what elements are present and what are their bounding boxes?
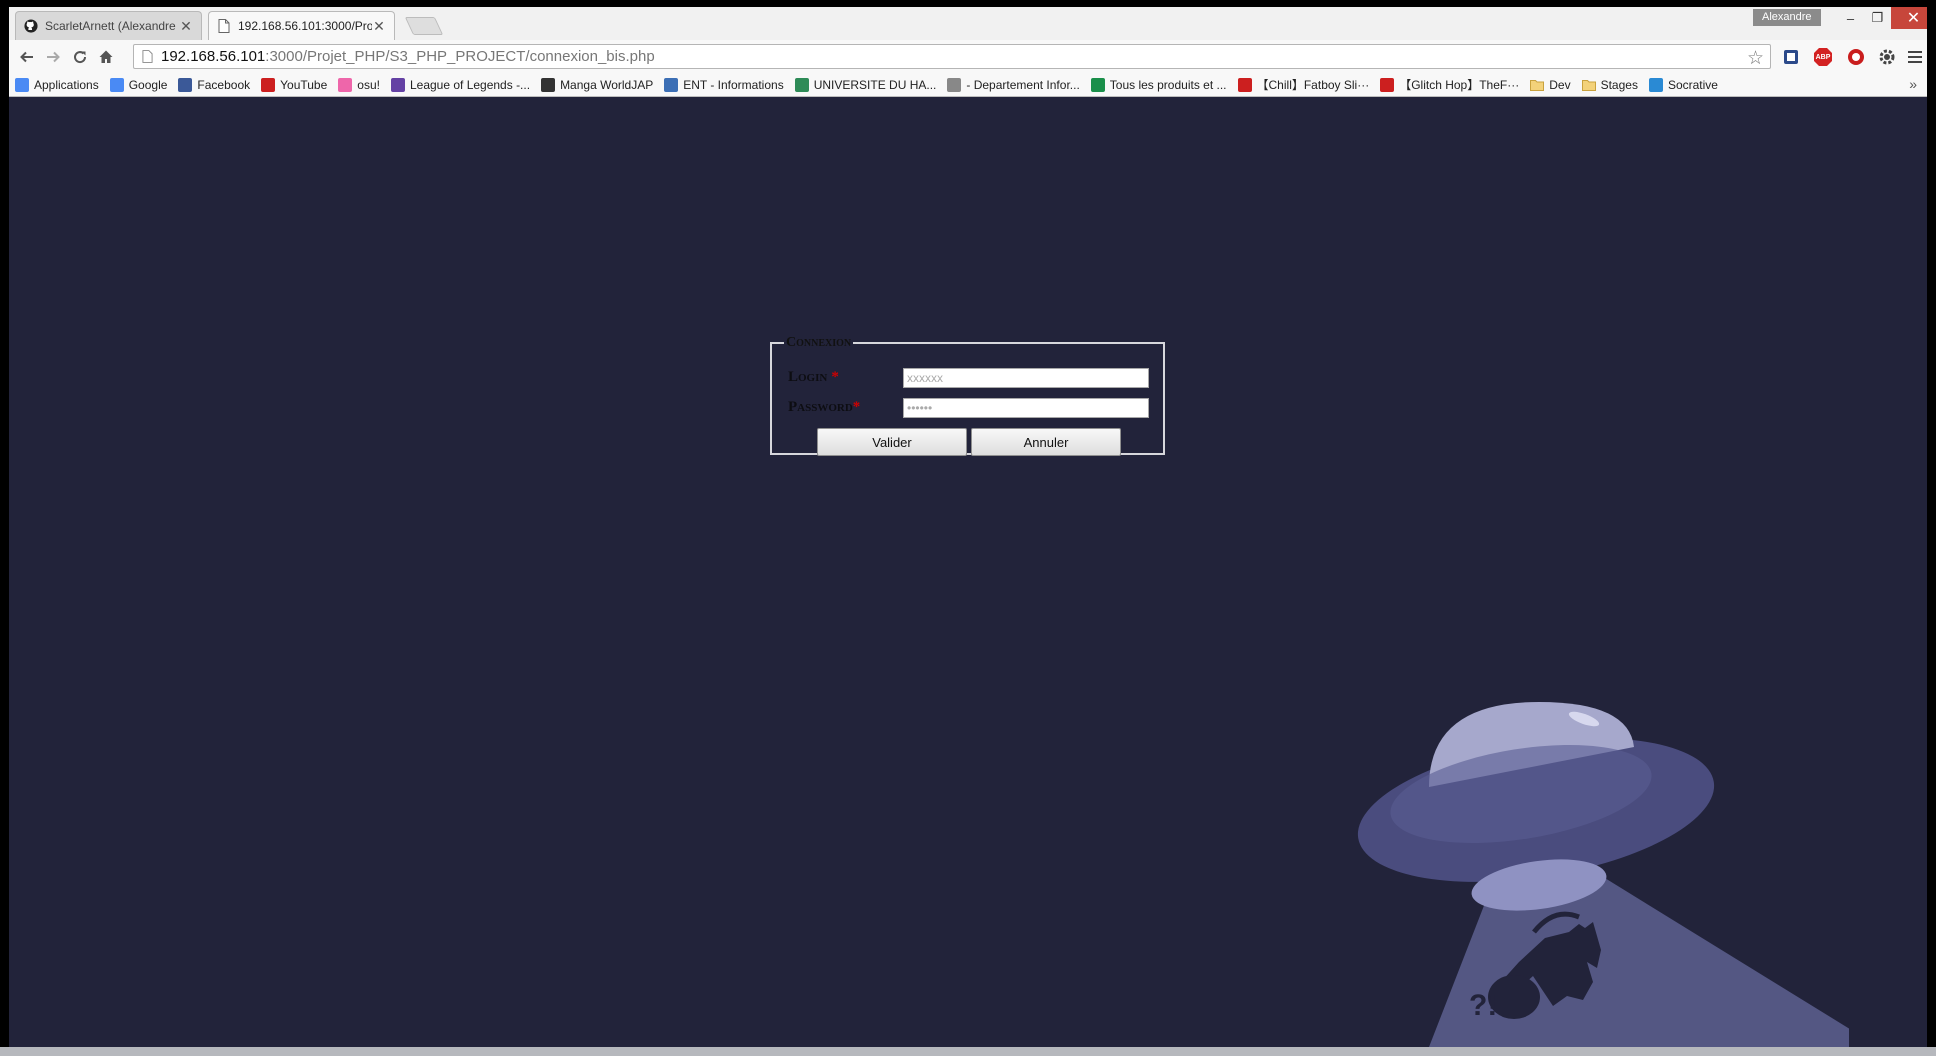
bookmark-label: Socrative <box>1667 77 1718 92</box>
bookmark-label: Facebook <box>197 77 251 92</box>
socrative-icon <box>1648 77 1663 92</box>
folder-icon <box>1530 78 1545 92</box>
close-tab-icon[interactable]: ✕ <box>372 18 386 35</box>
bookmark-item[interactable]: UNIVERSITE DU HA... <box>794 77 937 92</box>
password-label: Password* <box>788 399 861 415</box>
more-bookmarks-icon[interactable]: » <box>1909 76 1917 92</box>
surprise-marks: ?! <box>1469 989 1497 1022</box>
bookmark-label: Google <box>128 77 168 92</box>
bookmark-label: 【Glitch Hop】TheF··· <box>1399 78 1520 92</box>
bookmark-item[interactable]: Facebook <box>178 77 251 92</box>
forward-icon[interactable] <box>42 46 64 68</box>
bookmark-label: League of Legends -... <box>409 77 531 92</box>
bookmarks-bar: Applications Google Facebook YouTube osu! Lea… <box>9 73 1927 97</box>
submit-button[interactable]: Valider <box>817 428 967 456</box>
bookmark-item[interactable]: Stages <box>1581 77 1638 92</box>
shop-icon <box>1090 77 1105 92</box>
youtube-icon <box>261 77 276 92</box>
reload-icon[interactable] <box>69 46 91 68</box>
bookmark-star-icon[interactable]: ☆ <box>1747 47 1764 70</box>
github-icon <box>24 19 38 33</box>
bookmark-label: Dev <box>1549 77 1571 92</box>
bookmark-list: Applications Google Facebook YouTube osu! Lea… <box>9 76 1729 93</box>
close-tab-icon[interactable]: ✕ <box>179 18 193 35</box>
ufo-illustration: ?! <box>1357 702 1849 1047</box>
login-label: Login * <box>788 369 839 385</box>
page-content: Connexion Login* Password* Valider Annul… <box>9 97 1927 1047</box>
bookmark-label: Applications <box>34 77 99 92</box>
tab-github[interactable]: ScarletArnett (Alexandre ) ✕ <box>15 11 202 40</box>
minimize-icon[interactable]: – <box>1837 7 1864 29</box>
bookmark-item[interactable]: osu! <box>338 77 380 92</box>
tab-title: 192.168.56.101:3000/Proje <box>238 19 372 33</box>
bookmark-item[interactable]: - Departement Infor... <box>947 77 1080 92</box>
url-path: :3000/Projet_PHP/S3_PHP_PROJECT/connexio… <box>265 48 655 65</box>
tab-connexion[interactable]: 192.168.56.101:3000/Proje ✕ <box>208 11 395 40</box>
adblock-label: ABP <box>1815 53 1831 61</box>
bookmark-item[interactable]: YouTube <box>261 77 328 92</box>
bookmark-item[interactable]: ENT - Informations <box>664 77 784 92</box>
settings-gear-icon[interactable] <box>1876 46 1898 68</box>
bookmark-label: UNIVERSITE DU HA... <box>813 77 937 92</box>
bookmark-label: ENT - Informations <box>683 77 784 92</box>
extension-icon[interactable] <box>1780 46 1802 68</box>
bookmark-label: Manga WorldJAP <box>560 77 654 92</box>
folder-icon <box>1581 78 1596 92</box>
bookmark-item[interactable]: Google <box>109 77 168 92</box>
bookmark-item[interactable]: Applications <box>15 77 99 92</box>
bookmark-item[interactable]: Manga WorldJAP <box>541 77 654 92</box>
window-controls: – ❐ ✕ <box>1837 7 1927 29</box>
new-tab-button[interactable] <box>404 17 444 35</box>
bookmark-label: Stages <box>1600 77 1638 92</box>
department-icon <box>947 77 962 92</box>
close-window-icon[interactable]: ✕ <box>1891 7 1927 29</box>
restore-icon[interactable]: ❐ <box>1864 7 1891 29</box>
bookmark-item[interactable]: Socrative <box>1648 77 1718 92</box>
ublock-icon[interactable] <box>1845 46 1867 68</box>
required-mark: * <box>831 369 839 385</box>
home-icon[interactable] <box>95 46 117 68</box>
facebook-icon <box>178 77 193 92</box>
url-host: 192.168.56.101 <box>161 48 266 65</box>
toolbar: 192.168.56.101:3000/Projet_PHP/S3_PHP_PR… <box>9 40 1927 73</box>
cancel-button[interactable]: Annuler <box>971 428 1121 456</box>
password-input[interactable] <box>903 398 1149 418</box>
bookmark-item[interactable]: Dev <box>1530 77 1571 92</box>
login-input[interactable] <box>903 368 1149 388</box>
bookmark-label: YouTube <box>280 77 328 92</box>
bookmark-item[interactable]: 【Chill】Fatboy Sli··· <box>1237 76 1370 93</box>
manga-icon <box>541 77 556 92</box>
login-fieldset: Connexion Login* Password* Valider Annul… <box>770 335 1165 456</box>
login-legend: Connexion <box>786 335 852 350</box>
youtube-icon <box>1380 77 1395 92</box>
youtube-icon <box>1237 77 1252 92</box>
page-icon <box>142 50 153 63</box>
back-icon[interactable] <box>16 46 38 68</box>
bookmark-label: 【Chill】Fatboy Sli··· <box>1256 78 1370 92</box>
bookmark-item[interactable]: League of Legends -... <box>390 77 531 92</box>
taskbar <box>0 1047 1936 1056</box>
apps-grid-icon <box>15 77 29 92</box>
bookmark-item[interactable]: 【Glitch Hop】TheF··· <box>1380 76 1519 93</box>
adblock-icon[interactable]: ABP <box>1812 46 1834 68</box>
ent-icon <box>664 77 679 92</box>
university-icon <box>794 77 809 92</box>
bookmark-item[interactable]: Tous les produits et ... <box>1090 77 1227 92</box>
menu-icon[interactable] <box>1905 46 1927 68</box>
bookmark-label: Tous les produits et ... <box>1109 77 1227 92</box>
google-icon <box>109 77 124 92</box>
tab-strip: ScarletArnett (Alexandre ) ✕ 192.168.56.… <box>9 7 1927 41</box>
required-mark: * <box>852 399 861 415</box>
tab-title: ScarletArnett (Alexandre ) <box>45 19 179 33</box>
browser-window: ScarletArnett (Alexandre ) ✕ 192.168.56.… <box>9 7 1927 1047</box>
address-bar[interactable]: 192.168.56.101:3000/Projet_PHP/S3_PHP_PR… <box>133 44 1771 69</box>
twitch-icon <box>390 77 405 92</box>
osu-icon <box>338 77 353 92</box>
bookmark-label: osu! <box>357 77 380 92</box>
profile-button[interactable]: Alexandre <box>1753 9 1821 26</box>
bookmark-label: - Departement Infor... <box>966 77 1080 92</box>
page-icon <box>217 19 231 33</box>
